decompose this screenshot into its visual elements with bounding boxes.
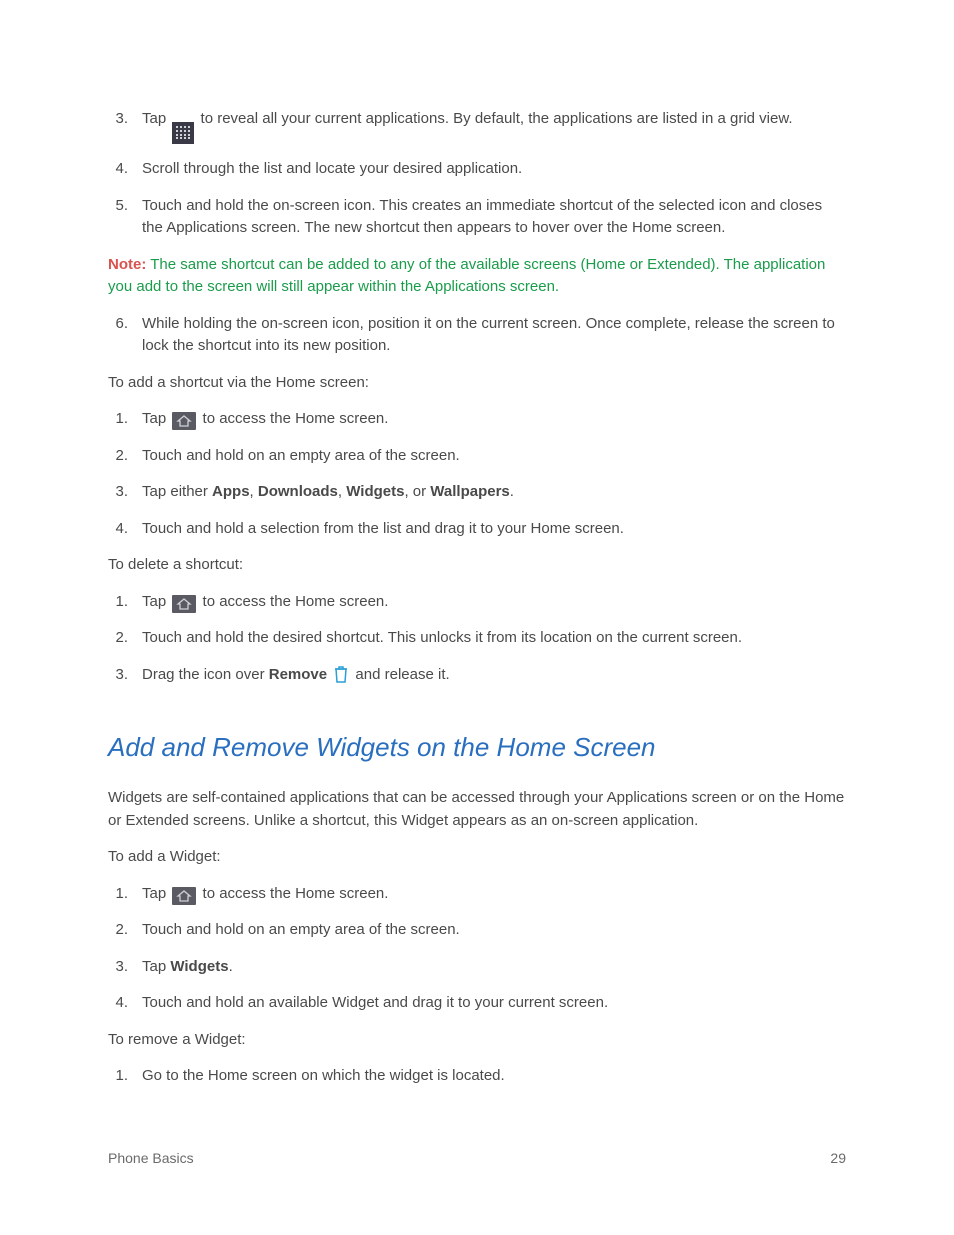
paragraph: Widgets are self-contained applications … [108,787,846,832]
item-text: Tap either Apps, Downloads, Widgets, or … [142,481,846,504]
home-icon [172,595,196,613]
item-number: 2. [108,919,142,942]
add-widget-list: 1. Tap to access the Home screen. 2. Tou… [108,883,846,1015]
item-number: 2. [108,445,142,468]
section-heading: Add and Remove Widgets on the Home Scree… [108,728,846,767]
item-text: Tap to reveal all your current applicati… [142,108,846,144]
list-item: 3. Drag the icon over Remove and release… [108,664,846,687]
list-item: 3. Tap either Apps, Downloads, Widgets, … [108,481,846,504]
home-icon [172,887,196,905]
paragraph: To add a shortcut via the Home screen: [108,372,846,395]
item-number: 1. [108,408,142,431]
item-number: 2. [108,627,142,650]
item-number: 3. [108,664,142,687]
item-number: 3. [108,956,142,979]
list-item: 4. Touch and hold an available Widget an… [108,992,846,1015]
list-item: 2. Touch and hold on an empty area of th… [108,445,846,468]
home-icon [172,412,196,430]
item-number: 6. [108,313,142,358]
item-number: 1. [108,1065,142,1088]
shortcut-via-home-list: 1. Tap to access the Home screen. 2. Tou… [108,408,846,540]
item-text: While holding the on-screen icon, positi… [142,313,846,358]
item-text: Tap Widgets. [142,956,846,979]
item-text: Touch and hold a selection from the list… [142,518,846,541]
list-item: 6. While holding the on-screen icon, pos… [108,313,846,358]
apps-grid-icon [172,122,194,144]
page-number: 29 [830,1148,846,1169]
paragraph: To delete a shortcut: [108,554,846,577]
item-text: Touch and hold the on-screen icon. This … [142,195,846,240]
item-text: Go to the Home screen on which the widge… [142,1065,846,1088]
list-item: 1. Tap to access the Home screen. [108,408,846,431]
item-text: Drag the icon over Remove and release it… [142,664,846,687]
list-item: 2. Touch and hold on an empty area of th… [108,919,846,942]
item-text: Touch and hold the desired shortcut. Thi… [142,627,846,650]
note-label: Note: [108,256,146,273]
list-item: 4. Scroll through the list and locate yo… [108,158,846,181]
list-item: 3. Tap to reveal all your current applic… [108,108,846,144]
item-number: 3. [108,481,142,504]
shortcut-via-apps-list: 3. Tap to reveal all your current applic… [108,108,846,240]
list-item: 3. Tap Widgets. [108,956,846,979]
item-text: Tap to access the Home screen. [142,883,846,906]
item-text: Touch and hold an available Widget and d… [142,992,846,1015]
page-footer: Phone Basics 29 [108,1148,846,1169]
list-item: 2. Touch and hold the desired shortcut. … [108,627,846,650]
remove-widget-list: 1. Go to the Home screen on which the wi… [108,1065,846,1088]
shortcut-via-apps-list-cont: 6. While holding the on-screen icon, pos… [108,313,846,358]
item-number: 4. [108,158,142,181]
list-item: 1. Tap to access the Home screen. [108,883,846,906]
item-number: 3. [108,108,142,144]
delete-shortcut-list: 1. Tap to access the Home screen. 2. Tou… [108,591,846,687]
paragraph: To add a Widget: [108,846,846,869]
note-text: The same shortcut can be added to any of… [108,256,825,296]
item-text: Touch and hold on an empty area of the s… [142,445,846,468]
footer-section-title: Phone Basics [108,1148,194,1169]
item-number: 4. [108,992,142,1015]
item-text: Scroll through the list and locate your … [142,158,846,181]
item-number: 1. [108,591,142,614]
note-callout: Note: The same shortcut can be added to … [108,254,846,299]
item-text: Tap to access the Home screen. [142,591,846,614]
item-number: 4. [108,518,142,541]
item-text: Tap to access the Home screen. [142,408,846,431]
list-item: 4. Touch and hold a selection from the l… [108,518,846,541]
item-number: 1. [108,883,142,906]
paragraph: To remove a Widget: [108,1029,846,1052]
item-text: Touch and hold on an empty area of the s… [142,919,846,942]
list-item: 5. Touch and hold the on-screen icon. Th… [108,195,846,240]
list-item: 1. Tap to access the Home screen. [108,591,846,614]
trash-icon [333,664,349,684]
list-item: 1. Go to the Home screen on which the wi… [108,1065,846,1088]
item-number: 5. [108,195,142,240]
